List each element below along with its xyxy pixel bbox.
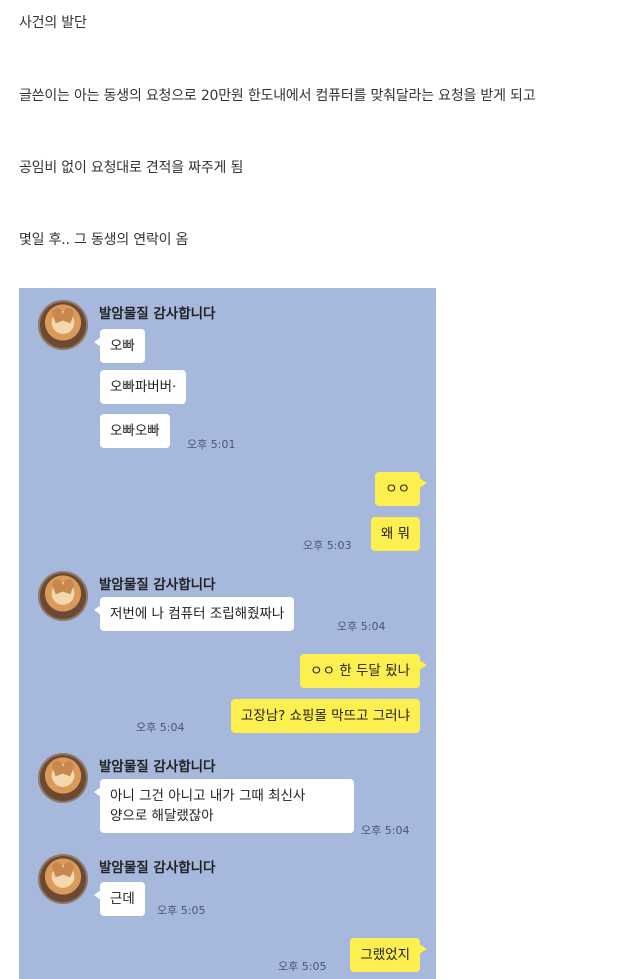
article-paragraph-3: 몇일 후.. 그 동생의 연락이 옴 <box>19 232 189 248</box>
incoming-message: 오빠 <box>94 329 145 363</box>
contact-name: 발암물질 감사합니다 <box>99 306 216 322</box>
contact-avatar <box>38 753 88 803</box>
incoming-message: 근데 <box>94 882 145 916</box>
contact-name: 발암물질 감사합니다 <box>99 860 216 876</box>
outgoing-message: ㅇㅇ <box>375 472 427 506</box>
incoming-message: 오빠오빠 <box>100 414 170 448</box>
contact-name: 발암물질 감사합니다 <box>99 577 216 593</box>
article-heading: 사건의 발단 <box>19 15 87 31</box>
chat-screenshot: 발암물질 감사합니다 오빠 오빠파버버· 오빠오빠 오후 5:01 ㅇㅇ 왜 뭐… <box>19 288 436 979</box>
outgoing-message: 고장남? 쇼핑몰 막뜨고 그러냐 <box>230 699 420 733</box>
message-timestamp: 오후 5:03 <box>303 539 352 552</box>
article-paragraph-1: 글쓴이는 아는 동생의 요청으로 20만원 한도내에서 컴퓨터를 맞춰달라는 요… <box>19 88 536 104</box>
message-line: 양으로 해달랬잖아 <box>110 808 214 824</box>
outgoing-message: 왜 뭐 <box>370 517 420 551</box>
contact-avatar <box>38 300 88 350</box>
contact-name: 발암물질 감사합니다 <box>99 759 216 775</box>
message-timestamp: 오후 5:05 <box>157 904 206 917</box>
message-timestamp: 오후 5:04 <box>361 824 410 837</box>
message-timestamp: 오후 5:01 <box>187 438 236 451</box>
message-timestamp: 오후 5:04 <box>136 721 185 734</box>
article-paragraph-2: 공임비 없이 요청대로 견적을 짜주게 됨 <box>19 160 244 176</box>
contact-avatar <box>38 571 88 621</box>
outgoing-message: ㅇㅇ 한 두달 됬나 <box>300 654 427 688</box>
incoming-message: 아니 그건 아니고 내가 그때 최신사 양으로 해달랬잖아 <box>94 779 354 833</box>
incoming-message: 오빠파버버· <box>100 370 187 404</box>
message-line: 아니 그건 아니고 내가 그때 최신사 <box>110 788 306 804</box>
message-timestamp: 오후 5:05 <box>278 960 327 973</box>
message-timestamp: 오후 5:04 <box>337 620 386 633</box>
outgoing-message: 그랬었지 <box>350 938 427 972</box>
incoming-message: 저번에 나 컴퓨터 조립해줬짜나 <box>93 597 295 631</box>
contact-avatar <box>38 854 88 904</box>
